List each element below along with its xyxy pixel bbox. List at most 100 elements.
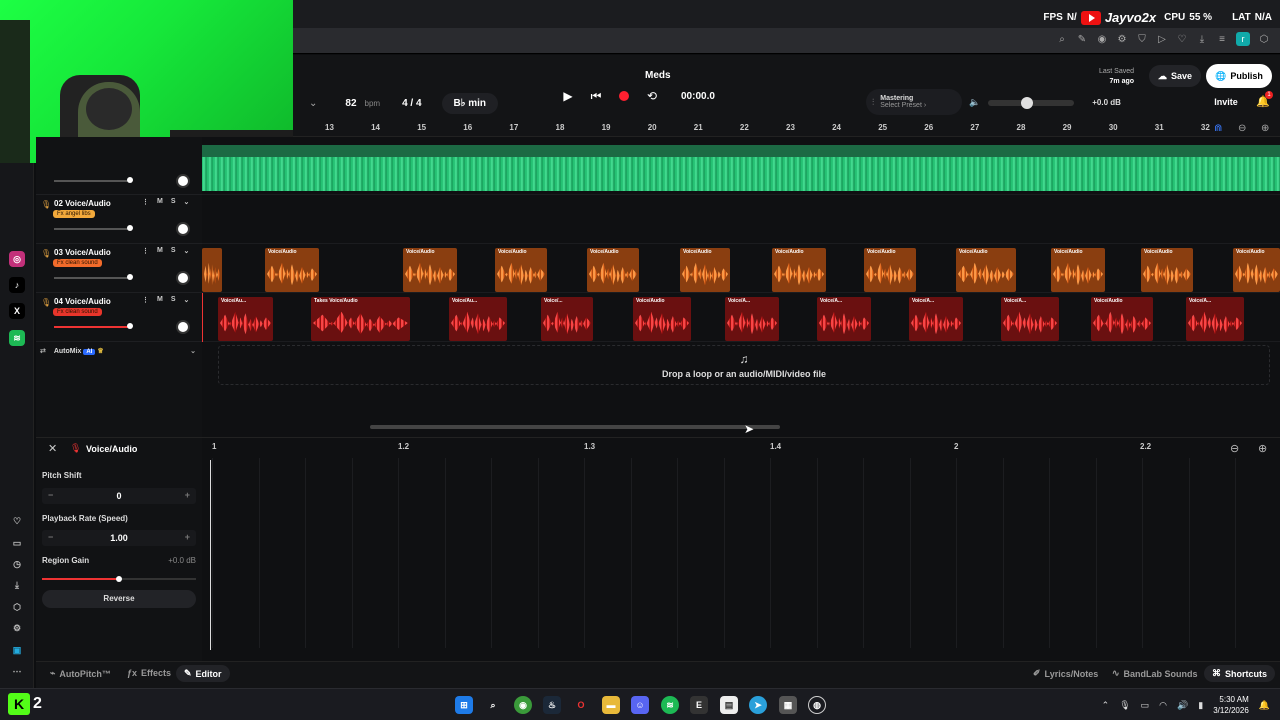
volume-slider[interactable] — [988, 96, 1075, 109]
heart-icon[interactable]: ♡ — [9, 513, 25, 529]
track-header[interactable]: 🎙 03 Voice/Audio ⋮ M S ⌄ Fx clean sound — [36, 244, 202, 293]
fx-badge[interactable]: Fx clean sound — [53, 308, 102, 316]
track-header[interactable]: 🎙 04 Voice/Audio ⋮ M S ⌄ Fx clean sound — [36, 293, 202, 342]
ruler-bar-13[interactable]: 13 — [325, 123, 334, 132]
lane-track-04[interactable]: Voice/Au... Takes Voice/Audio Voice/Au... V… — [202, 293, 1280, 342]
ruler-bar-19[interactable]: 19 — [602, 123, 611, 132]
x-icon[interactable]: X — [9, 303, 25, 319]
mute-button[interactable]: M — [157, 296, 163, 304]
plus-icon[interactable]: + — [185, 490, 190, 500]
audio-clip[interactable]: Voice/A... — [817, 297, 871, 341]
lane-track-01[interactable] — [202, 137, 1280, 195]
clock[interactable]: 5:30 AM 3/12/2026 — [1213, 694, 1249, 716]
pan-knob[interactable] — [176, 320, 190, 334]
fx-badge[interactable]: Fx angel libs — [53, 210, 95, 218]
magnet-icon[interactable]: ⋒ — [1214, 123, 1222, 134]
automix-row[interactable]: ⇄ AutoMix AI ♕ ⌄ — [36, 347, 202, 361]
audio-clip[interactable]: Voice/Audio — [1141, 248, 1193, 292]
track-volume-knob[interactable] — [127, 274, 133, 280]
ruler-bar-22[interactable]: 22 — [740, 123, 749, 132]
plus-icon[interactable]: + — [185, 532, 190, 542]
audio-clip[interactable]: Voice/Au... — [449, 297, 507, 341]
settings-icon[interactable]: ⚙ — [9, 620, 25, 636]
publish-button[interactable]: 🌐 Publish — [1206, 64, 1272, 88]
mic-icon[interactable]: 🎙 — [1119, 700, 1130, 711]
ruler-bar-29[interactable]: 29 — [1063, 123, 1072, 132]
ruler-bar-14[interactable]: 14 — [371, 123, 380, 132]
ruler-bar-24[interactable]: 24 — [832, 123, 841, 132]
speaker-icon[interactable]: 🔈 — [969, 97, 980, 108]
chrome-icon[interactable]: ◉ — [514, 696, 532, 714]
lyrics-button[interactable]: ✐ Lyrics/Notes — [1033, 668, 1098, 679]
playhead[interactable] — [202, 293, 203, 342]
pan-knob[interactable] — [176, 271, 190, 285]
audio-clip[interactable]: Voice/Audio — [1091, 297, 1153, 341]
time-signature[interactable]: 4 / 4 — [402, 98, 421, 109]
project-title[interactable]: Meds — [645, 70, 671, 81]
ruler-bar-30[interactable]: 30 — [1109, 123, 1118, 132]
camera-icon[interactable]: ◉ — [1096, 33, 1108, 45]
audio-clip[interactable]: Voice/Au... — [218, 297, 273, 341]
track-volume-slider[interactable] — [54, 177, 133, 183]
region-gain-slider[interactable] — [42, 576, 196, 582]
audio-clip[interactable]: Voice/Audio — [1051, 248, 1105, 292]
puzzle-icon[interactable]: ⬡ — [1258, 33, 1270, 45]
audio-clip[interactable]: Voice/Audio — [1233, 248, 1280, 292]
game-icon[interactable]: ▦ — [779, 696, 797, 714]
battery-icon[interactable]: ▮ — [1198, 700, 1203, 711]
download-icon[interactable]: ⤓ — [9, 577, 25, 593]
zoom-out-icon[interactable]: ⊖ — [1238, 123, 1246, 134]
lane-track-02[interactable] — [202, 195, 1280, 244]
audio-clip[interactable]: Voice/Audio — [587, 248, 639, 292]
download-icon[interactable]: ⤓ — [1196, 33, 1208, 45]
record-button[interactable] — [617, 89, 631, 103]
audio-clip[interactable]: Voice/Audio — [633, 297, 691, 341]
extension-icon[interactable]: ⚙ — [1116, 33, 1128, 45]
telegram-icon[interactable]: ➤ — [749, 696, 767, 714]
ruler-bar-15[interactable]: 15 — [417, 123, 426, 132]
spotify-icon[interactable]: ≋ — [661, 696, 679, 714]
audio-clip[interactable]: Voice/Audio — [956, 248, 1016, 292]
ruler-bar-23[interactable]: 23 — [786, 123, 795, 132]
steam-icon[interactable]: ♨ — [543, 696, 561, 714]
menu-icon[interactable]: ≡ — [1216, 33, 1228, 45]
audio-clip[interactable]: Voice/A... — [1186, 297, 1244, 341]
shield-icon[interactable]: ⛉ — [1136, 33, 1148, 45]
app-icon[interactable]: ▣ — [9, 642, 25, 658]
editor-button[interactable]: ✎ Editor — [176, 665, 230, 682]
ruler-bar-25[interactable]: 25 — [878, 123, 887, 132]
track-header[interactable]: 🎙 02 Voice/Audio ⋮ M S ⌄ Fx angel libs — [36, 195, 202, 244]
chevron-down-icon[interactable]: ⌄ — [184, 296, 190, 304]
notification-icon[interactable]: 🔔 — [1259, 700, 1270, 711]
timeline-ruler[interactable]: ⋒ ⊖ ⊕ 13 14 15 16 17 18 19 20 21 22 23 24 25 26 27 28 29… — [293, 121, 1280, 137]
fx-badge[interactable]: Fx clean sound — [53, 259, 102, 267]
audio-clip[interactable]: Voice/... — [541, 297, 593, 341]
shortcuts-button[interactable]: ⌘ Shortcuts — [1204, 665, 1276, 682]
ruler-bar-17[interactable]: 17 — [509, 123, 518, 132]
chevron-down-icon[interactable]: ⌄ — [190, 347, 196, 355]
windows-start-icon[interactable]: ⊞ — [455, 696, 473, 714]
audio-clip[interactable]: Voice/A... — [909, 297, 963, 341]
editor-ruler-mark[interactable]: 1.4 — [770, 442, 781, 451]
chevron-up-icon[interactable]: ⌃ — [1102, 700, 1110, 711]
audio-clip[interactable]: Voice/A... — [725, 297, 779, 341]
chat-icon[interactable]: ▭ — [9, 535, 25, 551]
wifi-icon[interactable]: ◠ — [1159, 700, 1167, 711]
arrangement-timeline[interactable]: Voice/Audio Voice/Audio Voice/Audio Voice/A… — [202, 137, 1280, 437]
zoom-out-icon[interactable]: ⊖ — [1230, 442, 1239, 455]
track-volume-slider[interactable] — [54, 274, 133, 280]
track-01-waveform[interactable] — [202, 157, 1280, 191]
save-button[interactable]: ☁ Save — [1149, 65, 1201, 87]
spotify-icon[interactable]: ≋ — [9, 330, 25, 346]
chevron-down-icon[interactable]: ⌄ — [184, 247, 190, 255]
more-icon[interactable]: ⋯ — [9, 663, 25, 679]
audio-clip[interactable]: Voice/A... — [1001, 297, 1059, 341]
loop-button[interactable]: ⟲ — [645, 89, 659, 103]
audio-clip[interactable] — [202, 248, 222, 292]
audio-clip[interactable]: Voice/Audio — [495, 248, 547, 292]
playback-rate-stepper[interactable]: − 1.00 + — [42, 530, 196, 546]
ruler-bar-21[interactable]: 21 — [694, 123, 703, 132]
pitch-shift-stepper[interactable]: − 0 + — [42, 488, 196, 504]
editor-ruler-mark[interactable]: 1.3 — [584, 442, 595, 451]
history-icon[interactable]: ◷ — [9, 556, 25, 572]
